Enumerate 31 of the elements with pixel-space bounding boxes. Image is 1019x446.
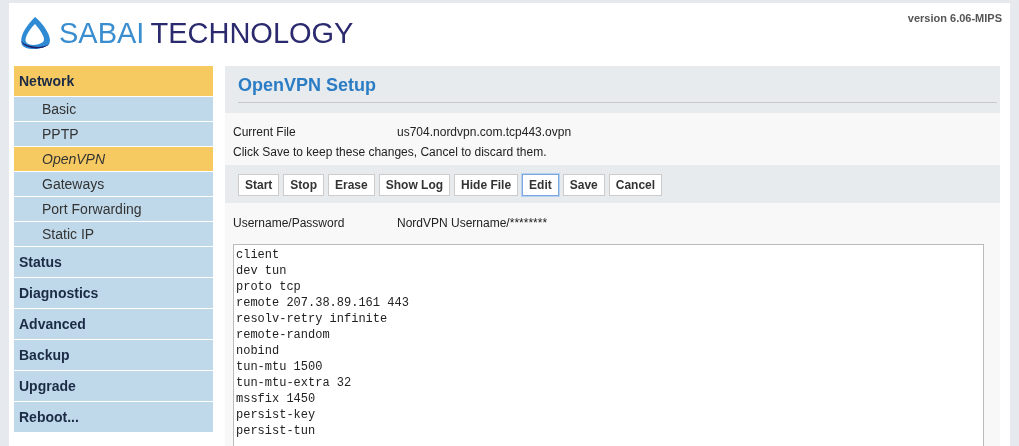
sidebar-item[interactable]: Advanced bbox=[14, 309, 213, 340]
field-label: Username/Password bbox=[233, 216, 346, 230]
action-button[interactable]: Start bbox=[238, 174, 280, 196]
sidebar-subitem[interactable]: PPTP bbox=[14, 122, 213, 147]
sidebar-subitem[interactable]: OpenVPN bbox=[14, 147, 213, 172]
logo-text: TECHNOLOGY bbox=[150, 16, 354, 50]
action-button[interactable]: Save bbox=[562, 174, 605, 196]
sidebar-subitem[interactable]: Gateways bbox=[14, 172, 213, 197]
version-label: version 6.06-MIPS bbox=[907, 12, 1002, 26]
field-value: NordVPN Username/******** bbox=[397, 216, 548, 230]
sidebar-item[interactable]: Reboot... bbox=[14, 402, 213, 433]
sidebar-item[interactable]: Status bbox=[14, 247, 213, 278]
action-button[interactable]: Cancel bbox=[608, 174, 663, 196]
logo-text: SABAI bbox=[59, 16, 145, 50]
field-label: Current File bbox=[233, 125, 297, 139]
notice-text: Click Save to keep these changes, Cancel to discard them. bbox=[233, 145, 547, 159]
sidebar-subitem[interactable]: Port Forwarding bbox=[14, 197, 213, 222]
action-button[interactable]: Show Log bbox=[378, 174, 451, 196]
sidebar-item[interactable]: Upgrade bbox=[14, 371, 213, 402]
field-value: us704.nordvpn.com.tcp443.ovpn bbox=[397, 125, 572, 139]
sidebar-item[interactable]: Diagnostics bbox=[14, 278, 213, 309]
sidebar-subitem[interactable]: Static IP bbox=[14, 222, 213, 247]
config-editor[interactable]: client dev tun proto tcp remote 207.38.89.161 443 resolv-retry infinite remote-random nobind tun-mtu 1500 tun-mtu-extra 32 mssfix 1450 persist-key persist-tun bbox=[233, 244, 984, 446]
page-title: OpenVPN Setup bbox=[238, 66, 997, 103]
action-button[interactable]: Stop bbox=[283, 174, 324, 196]
action-button[interactable]: Edit bbox=[522, 174, 559, 196]
sidebar-item[interactable]: Backup bbox=[14, 340, 213, 371]
action-button[interactable]: Hide File bbox=[454, 174, 519, 196]
sidebar-subitem[interactable]: Basic bbox=[14, 97, 213, 122]
action-button[interactable]: Erase bbox=[328, 174, 375, 196]
sidebar-item[interactable]: Network bbox=[14, 66, 213, 97]
